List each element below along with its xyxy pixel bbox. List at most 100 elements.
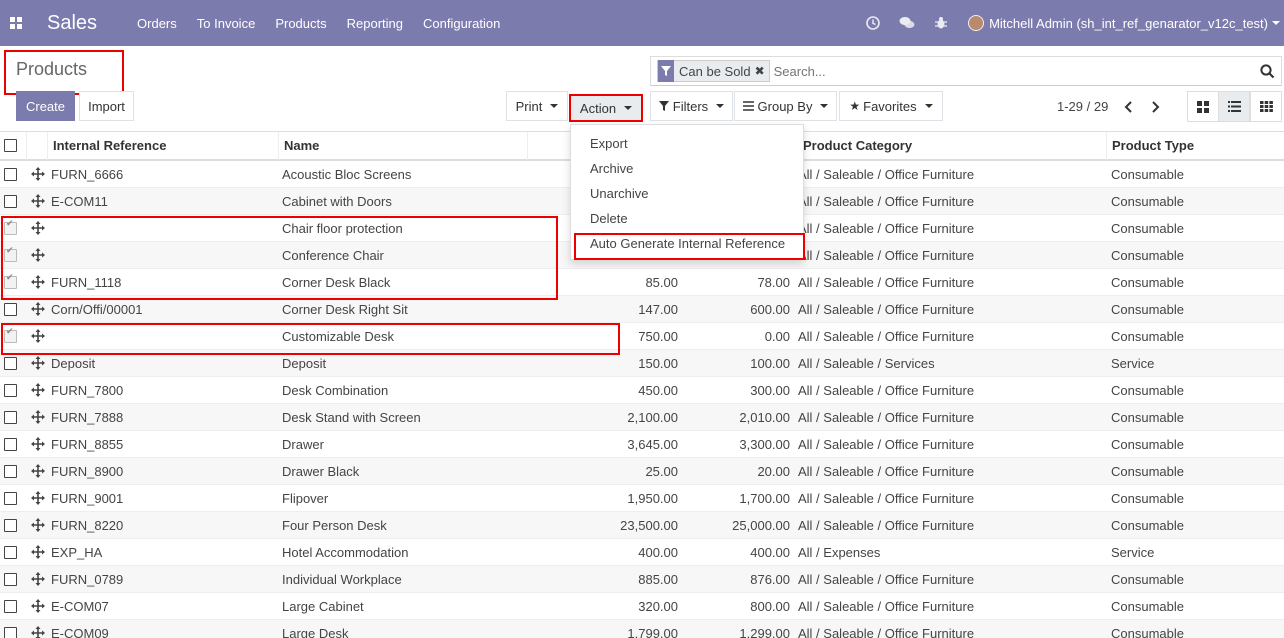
top-navbar: Sales Orders To Invoice Products Reporti… — [0, 0, 1284, 46]
table-row[interactable]: FURN_7800 Desk Combination 450.00 300.00 All… — [0, 377, 1284, 404]
table-row[interactable]: FURN_8855 Drawer 3,645.00 3,300.00 All / Sal… — [0, 431, 1284, 458]
chevron-down-icon — [820, 104, 829, 108]
chat-icon[interactable] — [890, 0, 924, 46]
menu-orders[interactable]: Orders — [137, 16, 177, 31]
row-checkbox[interactable] — [4, 627, 17, 638]
import-button[interactable]: Import — [79, 91, 134, 121]
cell-internal-reference: E-COM11 — [51, 194, 108, 209]
close-icon[interactable]: ✖ — [755, 64, 769, 78]
cell-sales-price: 885.00 — [638, 572, 678, 587]
drag-handle-icon[interactable] — [31, 302, 45, 316]
column-name[interactable]: Name — [278, 132, 527, 160]
row-checkbox[interactable] — [4, 573, 17, 586]
table-row[interactable]: E-COM09 Large Desk 1,799.00 1,299.00 All / S… — [0, 620, 1284, 638]
cell-cost: 600.00 — [750, 302, 790, 317]
cell-sales-price: 320.00 — [638, 599, 678, 614]
row-checkbox[interactable] — [4, 438, 17, 451]
select-all-checkbox[interactable] — [4, 139, 17, 152]
drag-handle-icon[interactable] — [31, 545, 45, 559]
cell-sales-price: 450.00 — [638, 383, 678, 398]
app-title[interactable]: Sales — [47, 12, 97, 35]
drag-handle-icon[interactable] — [31, 356, 45, 370]
create-button[interactable]: Create — [16, 91, 75, 121]
drag-handle-icon[interactable] — [31, 437, 45, 451]
cell-product-category: All / Saleable / Office Furniture — [798, 437, 975, 452]
search-icon[interactable] — [1253, 63, 1281, 79]
search-facet[interactable]: Can be Sold ✖ — [657, 60, 770, 82]
cell-product-category: All / Saleable / Office Furniture — [798, 194, 975, 209]
table-row[interactable]: FURN_8220 Four Person Desk 23,500.00 25,000… — [0, 512, 1284, 539]
menu-item-unarchive[interactable]: Unarchive — [590, 186, 649, 201]
row-checkbox[interactable] — [4, 384, 17, 397]
print-button[interactable]: Print — [506, 91, 568, 121]
cell-product-category: All / Saleable / Office Furniture — [798, 491, 975, 506]
menu-item-delete[interactable]: Delete — [590, 211, 628, 226]
cell-sales-price: 3,645.00 — [627, 437, 678, 452]
row-checkbox[interactable] — [4, 195, 17, 208]
favorites-button[interactable]: ★ Favorites — [839, 91, 943, 121]
row-checkbox[interactable] — [4, 546, 17, 559]
cell-internal-reference: FURN_8855 — [51, 437, 124, 452]
group-by-button[interactable]: Group By — [734, 91, 837, 121]
table-row[interactable]: FURN_8900 Drawer Black 25.00 20.00 All / Sal… — [0, 458, 1284, 485]
column-product-category[interactable]: Product Category — [797, 132, 1107, 160]
filter-icon — [658, 60, 674, 82]
drag-handle-icon[interactable] — [31, 599, 45, 613]
action-button[interactable]: Action — [569, 94, 643, 122]
row-checkbox[interactable] — [4, 411, 17, 424]
drag-handle-icon[interactable] — [31, 383, 45, 397]
cell-sales-price: 85.00 — [645, 275, 678, 290]
drag-handle-icon[interactable] — [31, 194, 45, 208]
user-avatar[interactable] — [968, 15, 985, 31]
menu-reporting[interactable]: Reporting — [347, 16, 403, 31]
filters-label: Filters — [672, 98, 709, 114]
drag-handle-icon[interactable] — [31, 464, 45, 478]
menu-configuration[interactable]: Configuration — [423, 16, 500, 31]
clock-icon[interactable] — [856, 0, 890, 46]
table-row[interactable]: EXP_HA Hotel Accommodation 400.00 400.00 All… — [0, 539, 1284, 566]
cell-name: Large Desk — [282, 626, 349, 638]
table-row[interactable]: FURN_0789 Individual Workplace 885.00 876.0… — [0, 566, 1284, 593]
row-checkbox[interactable] — [4, 519, 17, 532]
menu-item-export[interactable]: Export — [590, 136, 628, 151]
row-checkbox[interactable] — [4, 168, 17, 181]
menu-item-archive[interactable]: Archive — [590, 161, 633, 176]
drag-handle-icon[interactable] — [31, 491, 45, 505]
column-product-type[interactable]: Product Type — [1106, 132, 1284, 160]
highlight-selected-row — [1, 323, 620, 355]
cell-sales-price: 2,100.00 — [627, 410, 678, 425]
apps-menu-icon[interactable] — [0, 0, 32, 46]
table-row[interactable]: FURN_9001 Flipover 1,950.00 1,700.00 All / S… — [0, 485, 1284, 512]
drag-handle-icon[interactable] — [31, 626, 45, 638]
table-row[interactable]: FURN_7888 Desk Stand with Screen 2,100.00 2… — [0, 404, 1284, 431]
favorites-label: Favorites — [863, 98, 917, 114]
list-view-icon[interactable] — [1218, 91, 1250, 122]
chevron-down-icon — [1272, 21, 1280, 25]
menu-products[interactable]: Products — [275, 16, 326, 31]
drag-handle-icon[interactable] — [31, 572, 45, 586]
search-input[interactable] — [773, 63, 1253, 79]
drag-handle-icon[interactable] — [31, 410, 45, 424]
chevron-left-icon[interactable] — [1118, 96, 1138, 118]
menu-to-invoice[interactable]: To Invoice — [197, 16, 256, 31]
column-internal-reference[interactable]: Internal Reference — [47, 132, 278, 160]
filters-button[interactable]: Filters — [650, 91, 733, 121]
pager-value[interactable]: 1-29 / 29 — [1057, 99, 1108, 114]
grid-view-icon[interactable] — [1250, 91, 1282, 122]
kanban-view-icon[interactable] — [1187, 91, 1219, 122]
drag-handle-icon[interactable] — [31, 518, 45, 532]
row-checkbox[interactable] — [4, 303, 17, 316]
user-menu[interactable]: Mitchell Admin (sh_int_ref_genarator_v12… — [989, 16, 1268, 31]
row-checkbox[interactable] — [4, 492, 17, 505]
cell-product-type: Consumable — [1111, 275, 1184, 290]
cell-sales-price: 1,950.00 — [627, 491, 678, 506]
row-checkbox[interactable] — [4, 600, 17, 613]
table-row[interactable]: Corn/Offi/00001 Corner Desk Right Sit 147.… — [0, 296, 1284, 323]
row-checkbox[interactable] — [4, 357, 17, 370]
drag-handle-icon[interactable] — [31, 167, 45, 181]
bug-icon[interactable] — [924, 0, 958, 46]
cell-sales-price: 1,799.00 — [627, 626, 678, 638]
row-checkbox[interactable] — [4, 465, 17, 478]
chevron-right-icon[interactable] — [1146, 96, 1166, 118]
table-row[interactable]: E-COM07 Large Cabinet 320.00 800.00 All / Sa… — [0, 593, 1284, 620]
